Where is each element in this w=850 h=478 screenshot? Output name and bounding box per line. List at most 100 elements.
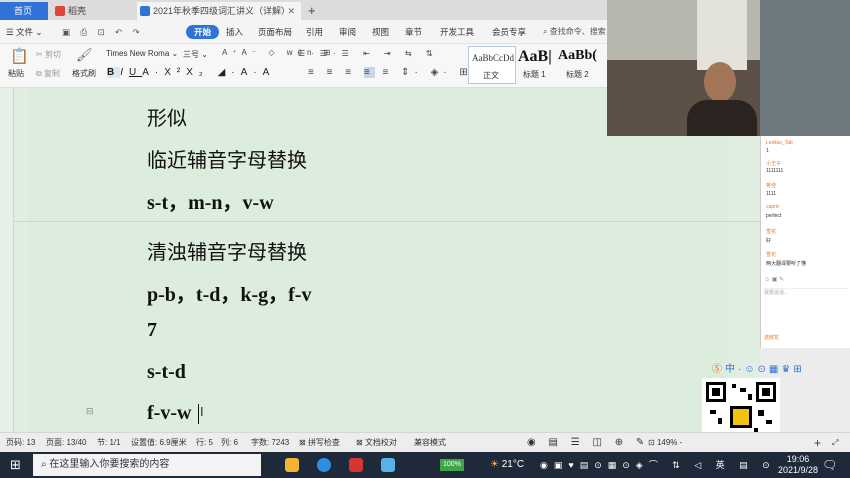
alignment-buttons[interactable]: ≡ ≡ ≡ ≡ ≡ ⇕· ◈· ⊞· — [308, 67, 481, 78]
style-heading-1[interactable]: AaB| 标题 1 — [518, 46, 560, 84]
menu-file[interactable]: ☰ 文件 ⌄ — [6, 20, 42, 44]
paragraph-handle-icon[interactable]: ⊟ — [86, 406, 94, 417]
fullscreen-icon[interactable]: ⤢ — [832, 433, 838, 453]
cut-button[interactable]: ✂ 剪切 — [36, 49, 61, 60]
tab-home-label: 首页 — [14, 6, 33, 16]
doc-check-label: 文档校对 — [364, 438, 397, 447]
weather-widget[interactable]: ☀ 21°C — [490, 452, 524, 478]
video-person-body — [687, 100, 757, 136]
chat-name: capric — [766, 204, 780, 210]
chat-panel: Lesliao_Tab 1 小王子 1111111 蒋佳 1111 capric… — [760, 136, 850, 348]
video-window-light — [697, 0, 747, 70]
status-word-count[interactable]: 字数: 7243 — [251, 433, 289, 453]
doc-line[interactable]: s-t，m-n，v-w — [147, 186, 274, 215]
doc-line[interactable]: s-t-d — [147, 361, 186, 384]
chat-text: 两大翻译要听了懂 — [766, 261, 807, 267]
style-heading-1-name: 标题 1 — [523, 70, 546, 79]
style-normal-preview: AaBbCcDd — [472, 53, 514, 63]
clock[interactable]: 19:06 2021/9/28 — [778, 454, 818, 478]
taskbar-search-placeholder: 在这里输入你要搜索的内容 — [49, 459, 170, 470]
cloud-app-icon[interactable] — [381, 458, 395, 472]
zoom-level[interactable]: ⊡ 149% - — [648, 433, 682, 453]
doc-check-button[interactable]: ⊠ 文档校对 — [356, 433, 397, 453]
windows-start-icon[interactable]: ⊞ — [10, 452, 21, 478]
tab-home[interactable]: 首页 — [0, 2, 48, 20]
doc-line[interactable]: 清浊辅音字母替换 — [147, 236, 307, 265]
chat-name: 蒋佳 — [766, 183, 777, 189]
font-size-select[interactable]: 三号 ⌄ — [183, 49, 221, 60]
chat-input[interactable]: 我要说话... — [764, 288, 848, 316]
menu-view[interactable]: 视图 — [372, 20, 389, 44]
zoom-in-button[interactable]: + — [814, 433, 821, 453]
command-search[interactable]: ⌕ 查找命令、搜索 — [543, 25, 613, 39]
spellcheck-button[interactable]: ⊠ 拼写检查 — [299, 433, 340, 453]
wps-writer-icon — [140, 6, 150, 16]
style-heading-1-preview: AaB| — [518, 48, 552, 65]
quick-access-icons[interactable]: ▣ ⎙ ⊡ ↶ ↷ — [62, 20, 144, 44]
font-name-select[interactable]: Times New Roma ⌄ — [106, 49, 181, 58]
chat-text: 好 — [766, 238, 772, 244]
zoom-value: 149% — [656, 438, 678, 447]
menu-developer[interactable]: 开发工具 — [440, 20, 474, 44]
input-method-toolbar[interactable]: Ⓢ中·☺⊙▦♛⊞ — [712, 360, 812, 376]
menu-chapter[interactable]: 章节 — [405, 20, 422, 44]
doc-line[interactable]: p-b，t-d，k-g，f-v — [147, 278, 311, 307]
doc-line[interactable]: f-v-w — [147, 402, 191, 425]
menu-insert[interactable]: 插入 — [226, 20, 243, 44]
menu-member[interactable]: 会员专享 — [492, 20, 526, 44]
weather-temp: 21°C — [501, 459, 525, 470]
status-col: 列: 6 — [221, 438, 238, 447]
document-page[interactable]: 形似 临近辅音字母替换 s-t，m-n，v-w 清浊辅音字母替换 p-b，t-d… — [28, 88, 728, 432]
status-compat: 兼容模式 — [414, 438, 446, 447]
taskbar-search[interactable]: ⌕ 在这里输入你要搜索的内容 — [33, 454, 261, 476]
format-painter-icon[interactable]: 🖌 — [76, 47, 93, 63]
style-heading-2-preview: AaBb( — [558, 48, 597, 63]
docer-icon — [55, 6, 65, 16]
status-setting: 设置值: 6.9厘米 — [131, 438, 187, 447]
send-flowers-button[interactable]: 送鲜花 — [764, 334, 779, 341]
doc-line[interactable]: 临近辅音字母替换 — [147, 144, 307, 173]
doc-line[interactable]: 形似 — [147, 102, 187, 131]
tab-docer-label: 稻壳 — [68, 6, 87, 16]
format-painter-button[interactable]: 格式刷 — [72, 68, 96, 79]
status-page-code[interactable]: 页码: 13 — [6, 433, 35, 453]
list-buttons[interactable]: ☰·☰·☰ ⇤ ⇥ ⇆ ⇅ — [298, 49, 439, 58]
video-person-head — [704, 62, 736, 102]
style-normal-name: 正文 — [483, 71, 499, 80]
weather-icon: ☀ — [490, 459, 499, 470]
font-size-value: 三号 — [183, 50, 199, 59]
paste-icon[interactable]: 📋 — [10, 47, 29, 65]
edge-icon[interactable] — [317, 458, 331, 472]
menu-start[interactable]: 开始 — [186, 25, 220, 39]
close-icon[interactable]: ✕ — [287, 2, 295, 20]
document-area[interactable]: 形似 临近辅音字母替换 s-t，m-n，v-w 清浊辅音字母替换 p-b，t-d… — [0, 88, 760, 432]
tab-docer[interactable]: 稻壳 — [52, 2, 134, 20]
doc-line[interactable]: 7 — [147, 319, 157, 342]
new-tab-button[interactable]: + — [304, 2, 320, 20]
chat-name: Lesliao_Tab — [766, 140, 793, 146]
tab-document-label: 2021年秋季四级词汇讲义（详解） — [153, 6, 291, 16]
style-heading-2[interactable]: AaBb( 标题 2 — [558, 46, 606, 84]
wps-icon[interactable] — [349, 458, 363, 472]
view-mode-icons[interactable]: ◉ ▤ ☰ ◫ ⊕ ✎ — [527, 433, 649, 453]
battery-indicator: 100% — [440, 459, 464, 471]
chat-text: 1111111 — [766, 168, 784, 174]
chat-toolbar-icons[interactable]: ☺ ▣ ✎ — [764, 276, 848, 286]
copy-button[interactable]: ⧉ 复制 — [36, 68, 60, 79]
status-page-count[interactable]: 页面: 13/40 — [46, 433, 86, 453]
paste-button[interactable]: 粘贴 — [8, 68, 24, 79]
file-explorer-icon[interactable] — [285, 458, 299, 472]
menu-page-layout[interactable]: 页面布局 — [258, 20, 292, 44]
tray-icons[interactable]: ◉▣♥▤⊙▦⊙◈⌒ ⇅ ◁ 英 ▤ ⊙ — [540, 452, 776, 478]
menu-review[interactable]: 审阅 — [339, 20, 356, 44]
style-heading-2-name: 标题 2 — [566, 70, 589, 79]
style-normal[interactable]: AaBbCcDd 正文 — [468, 46, 516, 84]
text-format-buttons[interactable]: BIUA·X²X₂ ◢·A·A — [107, 67, 275, 78]
tab-document[interactable]: 2021年秋季四级词汇讲义（详解） ✕ — [137, 2, 301, 20]
notification-icon[interactable]: 🗨 — [822, 452, 837, 478]
ibeam-cursor-icon: I — [200, 404, 204, 419]
command-search-text: 查找命令、搜索 — [549, 27, 606, 36]
menu-references[interactable]: 引用 — [306, 20, 323, 44]
status-bar: 页码: 13 页面: 13/40 节: 1/1 设置值: 6.9厘米 行: 5 … — [0, 432, 850, 452]
chat-text: 1 — [766, 148, 769, 154]
